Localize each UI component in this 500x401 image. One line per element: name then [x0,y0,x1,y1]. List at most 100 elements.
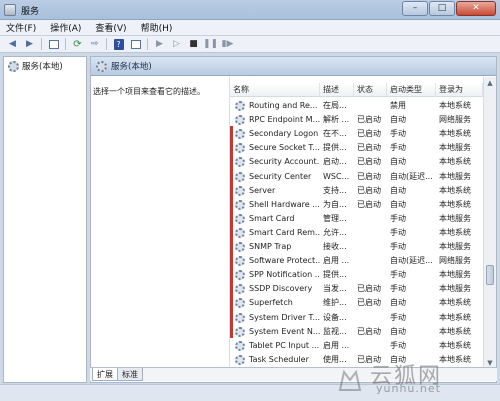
service-description: 维护... [323,298,347,308]
service-name: Superfetch [249,298,293,308]
table-row[interactable]: Secondary Logon 在不... 已启动 手动 本地系统 [230,127,483,141]
service-log-on-as: 本地系统 [439,354,471,364]
gear-icon [235,171,245,182]
service-startup-type: 手动 [390,284,406,294]
service-status [354,212,387,226]
title-bar: 服务 – □ ✕ [0,0,500,20]
start-service-button[interactable]: ▶ [152,37,167,51]
show-console-tree-button[interactable] [46,37,61,51]
table-row[interactable]: Security Account... 启动... 已启动 自动 本地系统 [230,155,483,169]
column-header-name[interactable]: 名称 [230,83,320,97]
column-header-status[interactable]: 状态 [354,83,387,97]
toolbar: ◀ ▶ ⟳ ⇨ ? ▶ ▷ ■ ❚❚ ▮▶ [0,36,500,53]
help-button[interactable]: ? [111,37,126,51]
service-description: 使用... [323,354,347,364]
service-description: 允许... [323,227,347,237]
service-description: 监视... [323,326,347,336]
properties-button[interactable] [128,37,143,51]
service-log-on-as: 本地系统 [439,185,471,195]
minimize-button[interactable]: – [402,1,428,16]
table-row[interactable]: Secure Socket T... 提供... 已启动 手动 本地服务 [230,141,483,155]
table-row[interactable]: SSDP Discovery 当发... 已启动 手动 本地服务 [230,282,483,296]
refresh-icon: ⟳ [73,38,82,50]
tab-standard[interactable]: 标准 [117,368,143,381]
service-status: 已启动 [357,199,381,209]
service-startup-type: 自动 [390,199,406,209]
service-log-on-as: 网络服务 [439,115,471,125]
table-row[interactable]: RPC Endpoint M... 解析 ... 已启动 自动 网络服务 [230,113,483,127]
service-status [354,311,387,325]
service-name: Secure Socket T... [249,143,320,153]
highlight-mark [230,126,233,338]
table-row[interactable]: Smart Card 管理... 手动 本地服务 [230,212,483,226]
export-icon: ⇨ [90,39,99,49]
service-status: 已启动 [357,143,381,153]
service-startup-type: 手动 [390,242,406,251]
service-name: Server [249,185,276,195]
table-row[interactable]: Security Center WSC... 已启动 自动(延迟... 本地服务 [230,170,483,184]
scroll-up-icon[interactable]: ▲ [484,77,496,89]
vertical-scrollbar[interactable]: ▲ ▼ [483,77,496,370]
service-name: Security Account... [249,157,320,167]
list-header: 名称 描述 状态 启动类型 登录为 [230,83,483,97]
service-status: 已启动 [357,284,381,294]
gear-icon [235,129,245,140]
forward-button[interactable]: ▶ [22,37,37,51]
refresh-button[interactable]: ⟳ [70,37,85,51]
table-row[interactable]: System Driver T... 设备... 手动 本地系统 [230,311,483,325]
service-startup-type: 手动 [390,312,406,322]
service-status [354,240,387,254]
window-title: 服务 [21,7,40,17]
column-header-log-on-as[interactable]: 登录为 [436,83,483,97]
menu-view[interactable]: 查看(V) [95,21,126,34]
export-list-button[interactable]: ⇨ [87,37,102,51]
menu-help[interactable]: 帮助(H) [141,21,173,34]
tab-extended[interactable]: 扩展 [92,368,118,381]
close-button[interactable]: ✕ [456,1,496,16]
pause-icon: ❚❚ [202,39,219,49]
restart-service-button[interactable]: ▮▶ [220,37,235,51]
service-description: WSC... [323,171,350,181]
pane-title: 服务(本地) [111,62,152,72]
back-button[interactable]: ◀ [5,37,20,51]
service-name: SNMP Trap [249,242,292,251]
maximize-button[interactable]: □ [429,1,455,16]
start-service-alt-button[interactable]: ▷ [169,37,184,51]
table-row[interactable]: Superfetch 维护... 已启动 自动 本地系统 [230,296,483,310]
view-tabs: 扩展 标准 [90,367,497,381]
menu-file[interactable]: 文件(F) [6,21,36,34]
tree-item-services-local[interactable]: 服务(本地) [8,60,63,72]
gear-icon [235,354,245,365]
service-log-on-as: 本地系统 [439,227,471,237]
menu-action[interactable]: 操作(A) [50,21,81,34]
service-log-on-as: 本地服务 [439,284,471,294]
table-row[interactable]: SPP Notification ... 提供... 手动 本地服务 [230,268,483,282]
console-tree: 服务(本地) [3,56,87,383]
table-row[interactable]: Server 支持... 已启动 自动 本地系统 [230,184,483,198]
table-row[interactable]: Routing and Re... 在局... 禁用 本地系统 [230,99,483,113]
service-log-on-as: 网络服务 [439,256,471,266]
service-startup-type: 手动 [390,213,406,223]
column-header-startup-type[interactable]: 启动类型 [387,83,436,97]
service-status: 已启动 [357,326,381,336]
table-row[interactable]: Tablet PC Input ... 启用 ... 手动 本地系统 [230,339,483,353]
service-name: System Driver T... [249,312,320,322]
description-text: 选择一个项目来查看它的描述。 [93,87,205,96]
stop-service-button[interactable]: ■ [186,37,201,51]
table-row[interactable]: Smart Card Rem... 允许... 手动 本地系统 [230,226,483,240]
table-row[interactable]: Task Scheduler 使用... 已启动 自动 本地系统 [230,353,483,367]
gear-icon [235,270,245,281]
table-row[interactable]: System Event N... 监视... 已启动 自动 本地系统 [230,325,483,339]
gear-icon [235,298,245,309]
service-startup-type: 手动 [390,129,406,139]
table-row[interactable]: Software Protect... 启用 ... 自动(延迟... 网络服务 [230,254,483,268]
column-header-description[interactable]: 描述 [320,83,354,97]
table-row[interactable]: Shell Hardware ... 为自... 已启动 自动 本地系统 [230,198,483,212]
service-name: Software Protect... [249,256,320,266]
service-status: 已启动 [357,298,381,308]
pause-service-button[interactable]: ❚❚ [203,37,218,51]
service-status: 已启动 [357,115,381,125]
scroll-thumb[interactable] [486,265,494,285]
table-row[interactable]: SNMP Trap 接收... 手动 本地服务 [230,240,483,254]
gear-icon [235,312,245,323]
